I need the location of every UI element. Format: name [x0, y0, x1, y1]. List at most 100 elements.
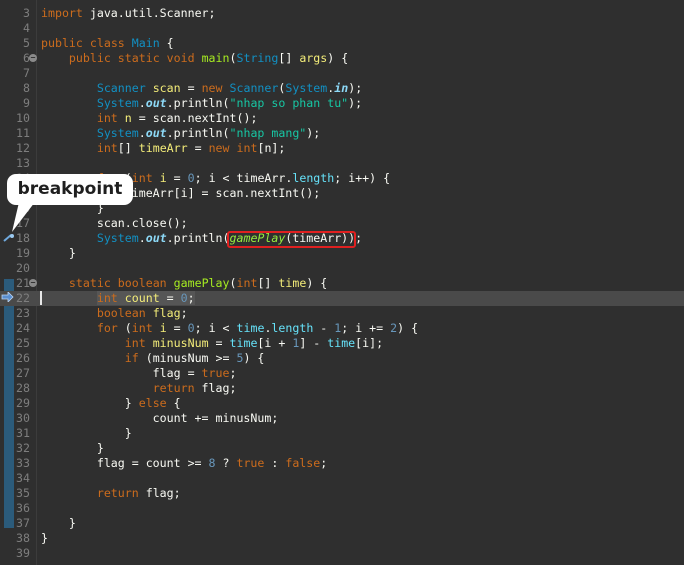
code-token: true: [201, 366, 230, 380]
code-token: ; i < timeArr.: [194, 171, 293, 185]
code-line[interactable]: 11 System.out.println("nhap mang");: [0, 126, 684, 141]
breakpoint-callout: breakpoint: [7, 174, 133, 205]
line-number[interactable]: 20: [0, 261, 30, 276]
code-line[interactable]: 29 } else {: [0, 396, 684, 411]
code-line[interactable]: 35 return flag;: [0, 486, 684, 501]
code-line[interactable]: 21− static boolean gamePlay(int[] time) …: [0, 276, 684, 291]
code-token: int: [96, 141, 118, 155]
code-token: return: [96, 486, 139, 500]
line-number[interactable]: 8: [0, 81, 30, 96]
code-line[interactable]: 28 return flag;: [0, 381, 684, 396]
method-call-highlight-box: [227, 231, 356, 248]
code-line[interactable]: 39: [0, 546, 684, 561]
line-number[interactable]: 33: [0, 456, 30, 471]
code-token: .: [166, 126, 174, 140]
line-number[interactable]: 35: [0, 486, 30, 501]
code-line[interactable]: 9 System.out.println("nhap so phan tu");: [0, 96, 684, 111]
line-number[interactable]: 21: [0, 276, 30, 291]
code-line[interactable]: 37 }: [0, 516, 684, 531]
code-line[interactable]: 34: [0, 471, 684, 486]
line-number[interactable]: 23: [0, 306, 30, 321]
code-token: int: [131, 171, 153, 185]
code-token: int: [236, 276, 258, 290]
code-line[interactable]: 19 }: [0, 246, 684, 261]
code-line[interactable]: 23 boolean flag;: [0, 306, 684, 321]
code-token: );: [348, 96, 363, 110]
code-token: i: [159, 321, 167, 335]
line-number[interactable]: 38: [0, 531, 30, 546]
code-token: [i +: [257, 336, 293, 350]
code-token: main: [201, 51, 230, 65]
code-line[interactable]: 27 flag = true;: [0, 366, 684, 381]
fold-toggle-icon[interactable]: −: [29, 279, 37, 287]
code-line[interactable]: 24 for (int i = 0; i < time.length - 1; …: [0, 321, 684, 336]
code-text: return flag;: [41, 486, 181, 501]
code-token: public: [41, 36, 83, 50]
code-token: );: [348, 81, 363, 95]
line-number[interactable]: 31: [0, 426, 30, 441]
code-line[interactable]: 33 flag = count >= 8 ? true : false;: [0, 456, 684, 471]
code-line[interactable]: 17 scan.close();: [0, 216, 684, 231]
code-line[interactable]: 30 count += minusNum;: [0, 411, 684, 426]
line-number[interactable]: 3: [0, 6, 30, 21]
line-number[interactable]: 28: [0, 381, 30, 396]
code-token: flag;: [138, 486, 181, 500]
code-line[interactable]: 6− public static void main(String[] args…: [0, 51, 684, 66]
fold-toggle-icon[interactable]: −: [29, 54, 37, 62]
code-token: scan: [152, 81, 181, 95]
code-line[interactable]: 4: [0, 21, 684, 36]
line-number[interactable]: 24: [0, 321, 30, 336]
line-number[interactable]: 34: [0, 471, 30, 486]
code-token: i: [159, 171, 167, 185]
code-line[interactable]: 31 }: [0, 426, 684, 441]
code-token: scan.nextInt();: [152, 111, 258, 125]
code-token: in: [334, 81, 349, 95]
line-number[interactable]: 7: [0, 66, 30, 81]
code-line[interactable]: 32 }: [0, 441, 684, 456]
code-line[interactable]: 22 int count = 0;: [0, 291, 684, 306]
line-number[interactable]: 25: [0, 336, 30, 351]
line-number[interactable]: 6: [0, 51, 30, 66]
code-token: flag;: [194, 381, 237, 395]
line-number[interactable]: 32: [0, 441, 30, 456]
code-line[interactable]: 3 import java.util.Scanner;: [0, 6, 684, 21]
code-line[interactable]: 38}: [0, 531, 684, 546]
code-token: for: [96, 321, 118, 335]
line-number[interactable]: 37: [0, 516, 30, 531]
code-line[interactable]: 10 int n = scan.nextInt();: [0, 111, 684, 126]
code-line[interactable]: 26 if (minusNum >= 5) {: [0, 351, 684, 366]
code-line[interactable]: 36: [0, 501, 684, 516]
line-number[interactable]: 5: [0, 36, 30, 51]
line-number[interactable]: 36: [0, 501, 30, 516]
line-number[interactable]: 13: [0, 156, 30, 171]
code-line[interactable]: 12 int[] timeArr = new int[n];: [0, 141, 684, 156]
code-token: -: [313, 321, 335, 335]
code-text: boolean flag;: [41, 306, 188, 321]
code-token: flag =: [41, 366, 202, 380]
code-line[interactable]: 13: [0, 156, 684, 171]
line-number[interactable]: 4: [0, 21, 30, 36]
code-token: System: [96, 96, 139, 110]
breakpoint-icon[interactable]: [3, 234, 15, 242]
line-number[interactable]: 9: [0, 96, 30, 111]
code-token: static: [117, 51, 160, 65]
code-line[interactable]: 25 int minusNum = time[i + 1] - time[i];: [0, 336, 684, 351]
code-line[interactable]: 20: [0, 261, 684, 276]
code-editor[interactable]: 3 import java.util.Scanner; 4 5 public class…: [0, 0, 684, 565]
line-number[interactable]: 11: [0, 126, 30, 141]
line-number[interactable]: 19: [0, 246, 30, 261]
line-number[interactable]: 27: [0, 366, 30, 381]
line-number[interactable]: 26: [0, 351, 30, 366]
line-number[interactable]: 12: [0, 141, 30, 156]
code-line[interactable]: 7: [0, 66, 684, 81]
code-line[interactable]: 5 public class Main {: [0, 36, 684, 51]
code-line[interactable]: 8 Scanner scan = new Scanner(System.in);: [0, 81, 684, 96]
line-number[interactable]: 39: [0, 546, 30, 561]
line-number[interactable]: 29: [0, 396, 30, 411]
line-number[interactable]: 30: [0, 411, 30, 426]
line-number[interactable]: 10: [0, 111, 30, 126]
code-text: }: [41, 531, 48, 546]
